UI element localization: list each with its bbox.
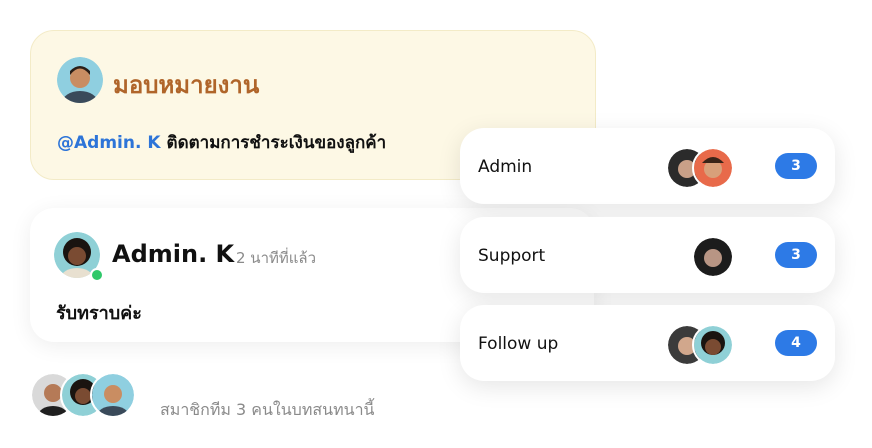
team-row-admin[interactable]: Admin 3	[460, 128, 835, 204]
assignment-body: @Admin. K ติดตามการชำระเงินของลูกค้า	[57, 129, 386, 156]
member-avatar	[692, 236, 734, 278]
team-avatars	[666, 147, 734, 189]
comment-time: 2 นาทีที่แล้ว	[236, 249, 317, 267]
team-name: Admin	[478, 157, 533, 177]
member-avatars	[30, 372, 140, 418]
online-status-dot	[90, 268, 104, 282]
team-count-badge: 3	[775, 153, 817, 179]
team-name: Follow up	[478, 334, 559, 354]
assignment-title: มอบหมายงาน	[113, 71, 260, 99]
team-row-follow-up[interactable]: Follow up 4	[460, 305, 835, 381]
member-avatar	[90, 372, 136, 418]
team-count-badge: 3	[775, 242, 817, 268]
team-count-badge: 4	[775, 330, 817, 356]
team-avatars	[692, 236, 734, 278]
mention-link[interactable]: @Admin. K	[57, 133, 161, 153]
assigner-avatar	[57, 57, 103, 103]
team-name: Support	[478, 246, 546, 266]
comment-author: Admin. K	[112, 240, 235, 268]
team-row-support[interactable]: Support 3	[460, 217, 835, 293]
member-avatar	[692, 324, 734, 366]
comment-text: รับทราบค่ะ	[56, 303, 142, 324]
member-avatar	[692, 147, 734, 189]
members-summary: สมาชิกทีม 3 คนในบทสนทนานี้	[160, 400, 375, 419]
assignment-task: ติดตามการชำระเงินของลูกค้า	[166, 133, 387, 153]
team-avatars	[666, 324, 734, 366]
